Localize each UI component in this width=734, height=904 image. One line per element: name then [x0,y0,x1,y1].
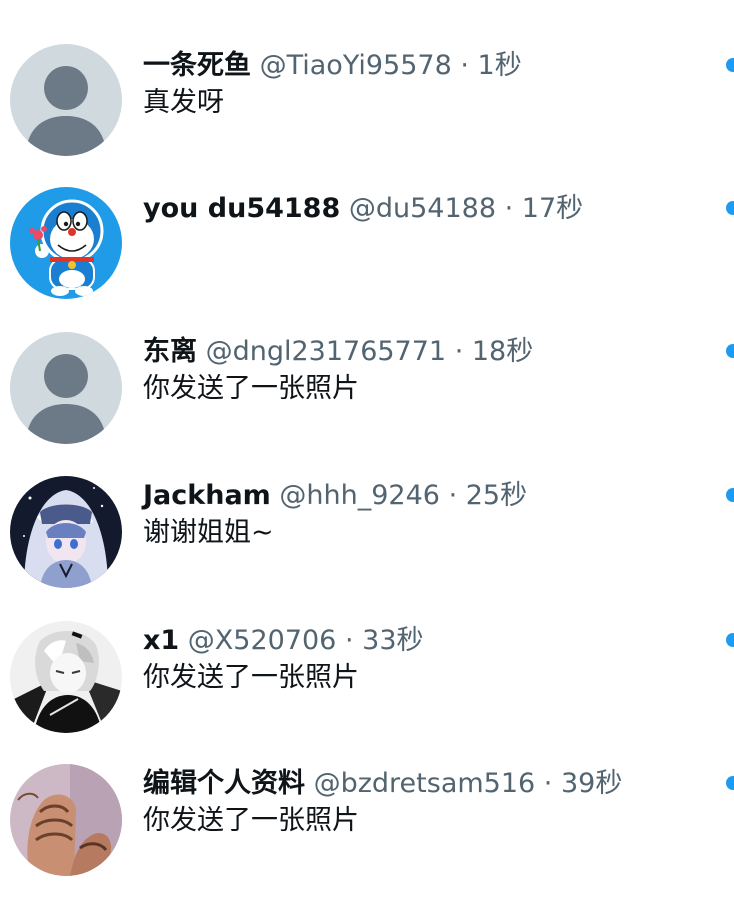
user-handle: @hhh_9246 [279,480,440,511]
user-handle: @bzdretsam516 [313,768,536,799]
display-name[interactable]: Jackham [143,480,271,511]
unread-indicator-icon [726,776,734,790]
user-handle: @X520706 [187,625,337,656]
conversation-row-6[interactable]: 编辑个人资料 @bzdretsam516 · 39秒 你发送了一张照片 [0,764,734,904]
separator-dot: · [543,768,553,799]
separator-dot: · [454,336,464,367]
unread-indicator-icon [726,344,734,358]
timestamp: 25秒 [465,480,528,511]
hands-photo-avatar-icon [10,764,122,876]
anime-shark-hood-avatar-icon [10,476,122,588]
conversation-header: you du54188 @du54188 · 17秒 [143,191,583,227]
conversation-row-1[interactable]: 一条死鱼 @TiaoYi95578 · 1秒 真发呀 [0,44,734,184]
default-avatar-icon[interactable] [10,332,122,444]
unread-indicator-icon [726,488,734,502]
conversation-list: 一条死鱼 @TiaoYi95578 · 1秒 真发呀 you du54188 @… [0,0,734,878]
separator-dot: · [504,193,514,224]
hands-photo-avatar[interactable] [10,764,122,876]
timestamp: 1秒 [477,50,522,81]
unread-indicator-icon [726,201,734,215]
doraemon-avatar[interactable] [10,187,122,299]
conversation-row-5[interactable]: x1 @X520706 · 33秒 你发送了一张照片 [0,621,734,761]
conversation-header: 东离 @dngl231765771 · 18秒 [143,334,533,370]
display-name[interactable]: 一条死鱼 [143,50,251,81]
default-avatar-icon[interactable] [10,44,122,156]
display-name[interactable]: 编辑个人资料 [143,768,305,799]
message-preview: 真发呀 [143,87,224,118]
default-avatar-icon-graphic [10,44,122,156]
unread-indicator-icon [726,633,734,647]
display-name[interactable]: 东离 [143,336,197,367]
default-avatar-icon-graphic [10,332,122,444]
separator-dot: · [344,625,354,656]
timestamp: 17秒 [521,193,584,224]
conversation-header: x1 @X520706 · 33秒 [143,623,424,659]
timestamp: 39秒 [560,768,623,799]
doraemon-avatar-icon [10,187,122,299]
message-preview: 你发送了一张照片 [143,373,359,404]
monochrome-anime-avatar[interactable] [10,621,122,733]
unread-indicator-icon [726,58,734,72]
timestamp: 33秒 [362,625,424,656]
anime-shark-hood-avatar[interactable] [10,476,122,588]
conversation-header: Jackham @hhh_9246 · 25秒 [143,478,527,514]
message-preview: 谢谢姐姐~ [143,517,274,548]
timestamp: 18秒 [471,336,534,367]
message-preview: 你发送了一张照片 [143,805,359,836]
user-handle: @du54188 [348,193,497,224]
user-handle: @TiaoYi95578 [259,50,452,81]
conversation-header: 一条死鱼 @TiaoYi95578 · 1秒 [143,48,522,84]
conversation-row-4[interactable]: Jackham @hhh_9246 · 25秒 谢谢姐姐~ [0,476,734,616]
display-name[interactable]: you du54188 [143,193,340,224]
conversation-header: 编辑个人资料 @bzdretsam516 · 39秒 [143,766,622,802]
message-preview: 你发送了一张照片 [143,662,359,693]
display-name[interactable]: x1 [143,625,179,656]
separator-dot: · [460,50,469,81]
user-handle: @dngl231765771 [205,336,447,367]
conversation-row-3[interactable]: 东离 @dngl231765771 · 18秒 你发送了一张照片 [0,332,734,472]
monochrome-anime-avatar-icon [10,621,122,733]
separator-dot: · [448,480,458,511]
conversation-row-2[interactable]: you du54188 @du54188 · 17秒 [0,187,734,327]
